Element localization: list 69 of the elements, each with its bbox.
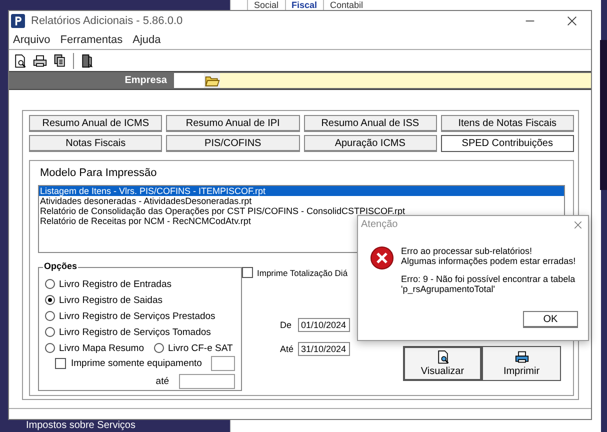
folder-icon[interactable] <box>204 73 220 88</box>
empresa-code-field[interactable] <box>174 73 204 88</box>
dialog-message: Algumas informações podem estar erradas! <box>401 256 576 266</box>
radio-option[interactable]: Livro Registro de Serviços Prestados <box>45 308 235 324</box>
error-icon <box>370 246 394 270</box>
date-from-label: De <box>280 320 293 330</box>
report-tab[interactable]: Itens de Notas Fiscais <box>440 115 574 132</box>
menu-item[interactable]: Arquivo <box>13 34 50 46</box>
report-tab[interactable]: Notas Fiscais <box>29 135 162 152</box>
radio-option[interactable]: Livro Registro de Serviços Tomados <box>45 324 235 340</box>
radio-label: Livro Registro de Serviços Tomados <box>59 326 211 338</box>
radio-circle[interactable] <box>154 343 164 353</box>
exit-door-icon[interactable] <box>80 54 94 68</box>
close-icon[interactable] <box>574 220 582 228</box>
radio-circle[interactable] <box>45 311 55 321</box>
print-batch-icon[interactable] <box>53 54 67 68</box>
dialog-message: Erro ao processar sub-relatórios! <box>401 246 534 256</box>
checkbox-label: Imprime Totalização Diá <box>257 268 348 278</box>
report-tab[interactable]: PIS/COFINS <box>166 135 300 152</box>
checkbox[interactable] <box>242 267 253 278</box>
report-tab[interactable]: Resumo Anual de ISS <box>304 115 437 132</box>
radio-option[interactable]: Livro Registro de Entradas <box>45 276 235 292</box>
date-from-field[interactable]: 01/10/2024 <box>298 318 350 332</box>
checkbox-label: Imprime somente equipamento <box>71 358 202 369</box>
preview-button[interactable]: Visualizar <box>403 346 482 381</box>
printer-icon <box>514 350 528 364</box>
close-icon[interactable] <box>567 16 577 26</box>
date-to-field[interactable]: 31/10/2024 <box>298 342 350 356</box>
group-title: Modelo Para Impressão <box>40 167 158 179</box>
date-to-label: Até <box>280 344 295 354</box>
radio-label: Livro CF-e SAT <box>168 342 233 354</box>
print-button[interactable]: Imprimir <box>482 346 561 381</box>
report-tab[interactable]: SPED Contribuições <box>440 135 574 152</box>
menu-item[interactable]: Ajuda <box>132 34 161 46</box>
ok-button[interactable]: OK <box>523 311 578 328</box>
radio-label: Livro Registro de Saidas <box>59 294 162 306</box>
window-title: Relatórios Adicionais - 5.86.0.0 <box>31 15 183 27</box>
preview-icon[interactable] <box>13 54 27 68</box>
printer-icon[interactable] <box>33 54 47 68</box>
empresa-name-field[interactable] <box>220 73 591 88</box>
report-list-item[interactable]: Atividades desoneradas - AtividadesDesoneradas.rpt <box>39 196 564 206</box>
radio-circle[interactable] <box>45 295 55 305</box>
radio-circle[interactable] <box>45 343 55 353</box>
dialog-title: Atenção <box>361 219 398 230</box>
radio-label: Livro Mapa Resumo <box>59 342 144 354</box>
background-tree-item[interactable]: Impostos sobre Serviços <box>26 420 136 431</box>
report-tab[interactable]: Resumo Anual de IPI <box>166 115 300 132</box>
radio-option[interactable]: Livro Registro de Saidas <box>45 292 235 308</box>
until-label: até <box>156 376 169 387</box>
menu-item[interactable]: Ferramentas <box>60 34 123 46</box>
report-list-item[interactable]: Listagem de Itens - Vlrs. PIS/COFINS - ITEMPISCOF.rpt <box>39 186 564 196</box>
report-tab[interactable]: Apuração ICMS <box>304 135 437 152</box>
radio-option[interactable]: Livro CF-e SAT <box>154 340 233 356</box>
report-tab[interactable]: Resumo Anual de ICMS <box>29 115 162 132</box>
options-legend: Opções <box>43 261 78 271</box>
app-logo-icon <box>11 14 25 28</box>
checkbox[interactable] <box>55 358 66 369</box>
dialog-error-detail: Erro: 9 - Não foi possível encontrar a tabela <box>401 274 576 284</box>
equipment-from-field[interactable] <box>210 356 235 371</box>
empresa-label: Empresa <box>124 75 168 86</box>
equipment-to-field[interactable] <box>179 374 235 389</box>
radio-label: Livro Registro de Entradas <box>59 278 172 290</box>
radio-circle[interactable] <box>45 327 55 337</box>
preview-icon <box>436 350 450 364</box>
dialog-error-detail: 'p_rsAgrupamentoTotal' <box>401 284 496 294</box>
report-list-item[interactable]: Relatório de Consolidação das Operações por CST PIS/COFINS - ConsolidCSTPISCOF.rpt <box>39 206 564 216</box>
radio-option[interactable]: Livro Mapa Resumo <box>45 340 144 356</box>
radio-label: Livro Registro de Serviços Prestados <box>59 310 216 322</box>
radio-circle[interactable] <box>45 279 55 289</box>
